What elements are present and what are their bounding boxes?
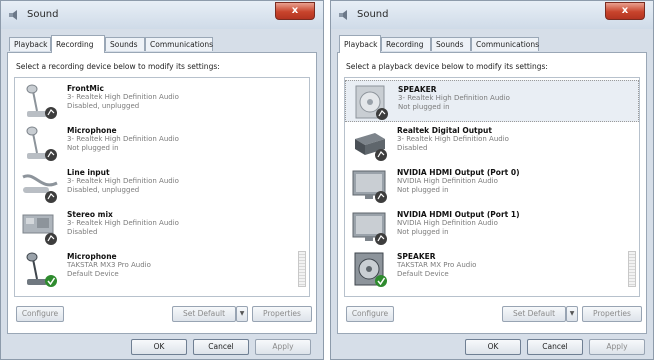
instruction-text: Select a recording device below to modif… <box>16 62 220 71</box>
title-bar[interactable]: Sound x <box>331 1 653 29</box>
device-list[interactable]: FrontMic 3- Realtek High Definition Audi… <box>14 77 310 297</box>
microphone-icon <box>26 84 57 119</box>
tab-playback[interactable]: Playback <box>339 35 381 53</box>
speaker-app-icon <box>9 10 17 20</box>
tab-playback[interactable]: Playback <box>9 37 51 51</box>
window-title: Sound <box>357 9 389 20</box>
cancel-button[interactable]: Cancel <box>193 339 249 355</box>
tab-recording[interactable]: Recording <box>51 35 105 53</box>
device-driver: 3- Realtek High Definition Audio <box>67 219 179 227</box>
device-driver: 3- Realtek High Definition Audio <box>67 177 179 185</box>
device-driver: 3- Realtek High Definition Audio <box>397 135 509 143</box>
device-item-nvidia-hdmi-port0[interactable]: NVIDIA HDMI Output (Port 0) NVIDIA High … <box>345 164 639 206</box>
ok-button[interactable]: OK <box>131 339 187 355</box>
tab-panel: Select a recording device below to modif… <box>7 52 317 334</box>
apply-button[interactable]: Apply <box>589 339 645 355</box>
speaker-icon <box>355 85 388 120</box>
device-name: SPEAKER <box>398 85 437 94</box>
close-button[interactable]: x <box>605 2 645 20</box>
device-status: Not plugged in <box>398 103 450 111</box>
device-driver: 3- Realtek High Definition Audio <box>67 135 179 143</box>
line-input-icon <box>22 174 58 203</box>
device-driver: NVIDIA High Definition Audio <box>397 219 498 227</box>
device-name: NVIDIA HDMI Output (Port 0) <box>397 168 520 177</box>
set-default-dropdown-button[interactable]: ▼ <box>236 306 248 322</box>
tab-communications[interactable]: Communications <box>471 37 539 51</box>
device-driver: TAKSTAR MX3 Pro Audio <box>67 261 151 269</box>
digital-output-icon <box>355 133 387 161</box>
device-status: Disabled <box>397 144 428 152</box>
window-title: Sound <box>27 9 59 20</box>
monitor-icon <box>352 170 387 203</box>
device-name: FrontMic <box>67 84 104 93</box>
device-item-microphone-takstar[interactable]: Microphone TAKSTAR MX3 Pro Audio Default… <box>15 248 309 290</box>
device-item-microphone-realtek[interactable]: Microphone 3- Realtek High Definition Au… <box>15 122 309 164</box>
set-default-dropdown-button[interactable]: ▼ <box>566 306 578 322</box>
device-driver: 3- Realtek High Definition Audio <box>398 94 510 102</box>
device-status: Default Device <box>397 270 449 278</box>
title-bar[interactable]: Sound x <box>1 1 323 29</box>
speaker-icon <box>354 252 387 287</box>
device-item-speaker-takstar[interactable]: SPEAKER TAKSTAR MX Pro Audio Default Dev… <box>345 248 639 290</box>
sound-dialog-playback: Sound x Playback Recording Sounds Commun… <box>330 0 654 360</box>
ok-button[interactable]: OK <box>465 339 521 355</box>
device-status: Default Device <box>67 270 119 278</box>
configure-button[interactable]: Configure <box>16 306 64 322</box>
tab-panel: Select a playback device below to modify… <box>337 52 647 334</box>
speaker-app-icon <box>339 10 347 20</box>
device-name: Line input <box>67 168 110 177</box>
device-name: Realtek Digital Output <box>397 126 492 135</box>
device-status: Disabled, unplugged <box>67 102 140 110</box>
device-status: Not plugged in <box>397 186 449 194</box>
level-meter <box>628 251 636 287</box>
configure-button[interactable]: Configure <box>346 306 394 322</box>
device-item-nvidia-hdmi-port1[interactable]: NVIDIA HDMI Output (Port 1) NVIDIA High … <box>345 206 639 248</box>
device-name: SPEAKER <box>397 252 436 261</box>
tab-recording[interactable]: Recording <box>381 37 431 51</box>
tab-communications[interactable]: Communications <box>145 37 213 51</box>
properties-button[interactable]: Properties <box>252 306 312 322</box>
apply-button[interactable]: Apply <box>255 339 311 355</box>
device-status: Not plugged in <box>67 144 119 152</box>
device-name: NVIDIA HDMI Output (Port 1) <box>397 210 520 219</box>
set-default-button[interactable]: Set Default <box>502 306 566 322</box>
device-item-frontmic[interactable]: FrontMic 3- Realtek High Definition Audi… <box>15 80 309 122</box>
device-item-realtek-digital-output[interactable]: Realtek Digital Output 3- Realtek High D… <box>345 122 639 164</box>
microphone-icon <box>26 126 57 161</box>
device-driver: TAKSTAR MX Pro Audio <box>397 261 477 269</box>
device-driver: NVIDIA High Definition Audio <box>397 177 498 185</box>
instruction-text: Select a playback device below to modify… <box>346 62 548 71</box>
device-item-stereo-mix[interactable]: Stereo mix 3- Realtek High Definition Au… <box>15 206 309 248</box>
device-name: Microphone <box>67 126 117 135</box>
properties-button[interactable]: Properties <box>582 306 642 322</box>
microphone-icon <box>26 252 57 287</box>
level-meter <box>298 251 306 287</box>
device-status: Disabled <box>67 228 98 236</box>
device-status: Disabled, unplugged <box>67 186 140 194</box>
sound-card-icon <box>22 214 57 245</box>
tab-sounds[interactable]: Sounds <box>105 37 145 51</box>
tab-sounds[interactable]: Sounds <box>431 37 471 51</box>
monitor-icon <box>352 212 387 245</box>
device-item-line-input[interactable]: Line input 3- Realtek High Definition Au… <box>15 164 309 206</box>
close-button[interactable]: x <box>275 2 315 20</box>
set-default-button[interactable]: Set Default <box>172 306 236 322</box>
device-list[interactable]: SPEAKER 3- Realtek High Definition Audio… <box>344 77 640 297</box>
device-item-speaker-realtek[interactable]: SPEAKER 3- Realtek High Definition Audio… <box>345 80 639 122</box>
sound-dialog-recording: Sound x Playback Recording Sounds Commun… <box>0 0 324 360</box>
device-driver: 3- Realtek High Definition Audio <box>67 93 179 101</box>
cancel-button[interactable]: Cancel <box>527 339 583 355</box>
device-name: Microphone <box>67 252 117 261</box>
device-status: Not plugged in <box>397 228 449 236</box>
device-name: Stereo mix <box>67 210 113 219</box>
